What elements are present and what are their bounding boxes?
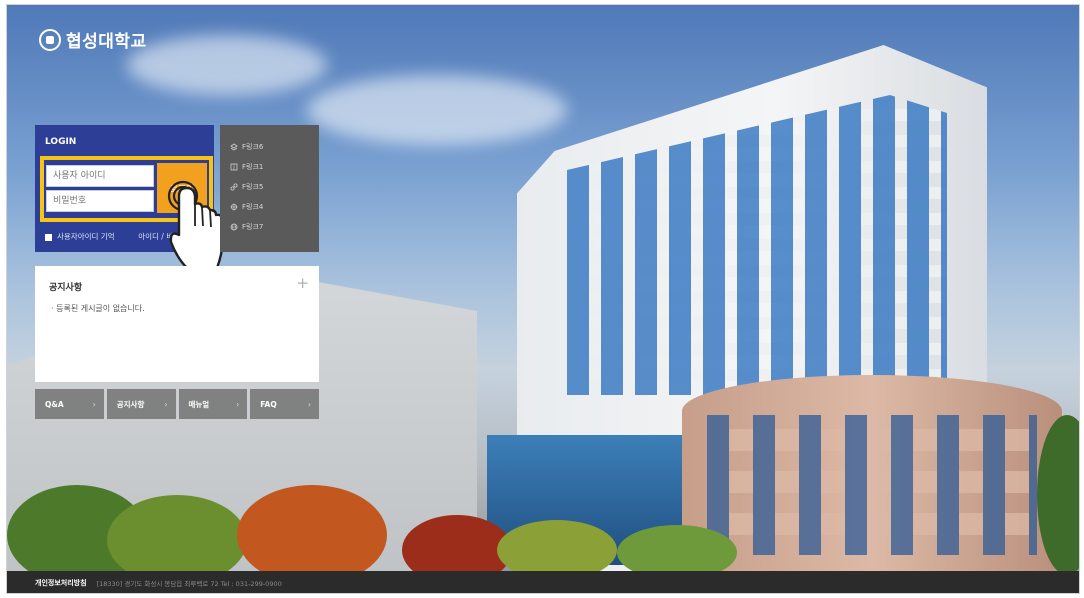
quick-link-5[interactable]: F링크7	[230, 217, 319, 237]
tab-notice[interactable]: 공지사항 ›	[106, 389, 176, 419]
quick-link-4[interactable]: F링크4	[230, 197, 319, 217]
quick-link-label: F링크7	[242, 223, 264, 231]
university-emblem-icon	[39, 28, 61, 51]
tab-label: Q&A	[45, 399, 64, 409]
quick-link-label: F링크1	[242, 163, 264, 171]
quick-link-label: F링크4	[242, 203, 264, 211]
user-id-input[interactable]	[46, 165, 154, 187]
tab-label: 공지사항	[116, 399, 145, 409]
crosshair-icon	[230, 203, 238, 211]
book-icon	[230, 163, 238, 171]
tab-faq[interactable]: FAQ ›	[250, 389, 319, 419]
pointing-hand-icon	[167, 180, 225, 270]
notice-title: 공지사항	[49, 283, 83, 293]
remember-id-label: 사용자아이디 기억	[57, 232, 115, 241]
cloud	[127, 35, 327, 95]
tab-manual[interactable]: 매뉴얼 ›	[178, 389, 248, 419]
quick-link-3[interactable]: F링크5	[230, 177, 319, 197]
quick-link-2[interactable]: F링크1	[230, 157, 319, 177]
quick-link-label: F링크6	[242, 143, 264, 151]
bottom-menu-tabs: Q&A › 공지사항 › 매뉴얼 › FAQ ›	[35, 389, 319, 419]
footer: 개인정보처리방침 [18330] 경기도 화성시 봉담읍 최루백로 72 Tel…	[7, 571, 1079, 593]
tab-label: 매뉴얼	[188, 399, 210, 409]
cloud	[307, 75, 567, 145]
layers-icon	[230, 143, 238, 151]
plus-icon[interactable]: +	[296, 276, 309, 291]
notice-empty-text: 등록된 게시글이 없습니다.	[56, 304, 145, 313]
chevron-right-icon: ›	[308, 399, 311, 409]
privacy-policy-link[interactable]: 개인정보처리방침	[35, 578, 87, 588]
quick-link-1[interactable]: F링크6	[230, 137, 319, 157]
login-title: LOGIN	[45, 137, 77, 147]
notice-empty-item: · 등록된 게시글이 없습니다.	[51, 304, 145, 313]
tab-label: FAQ	[260, 399, 277, 409]
notice-panel: 공지사항 + · 등록된 게시글이 없습니다.	[35, 266, 319, 382]
checkbox-icon	[45, 233, 52, 241]
password-input[interactable]	[46, 190, 154, 212]
tree	[237, 485, 387, 585]
globe-icon	[230, 223, 238, 231]
remember-id-checkbox[interactable]: 사용자아이디 기억	[45, 231, 115, 242]
chevron-right-icon: ›	[164, 399, 168, 409]
site-logo[interactable]: 협성대학교	[39, 27, 147, 52]
tab-qna[interactable]: Q&A ›	[35, 389, 104, 419]
page-frame: 협성대학교 LOGIN 로그인 사용자아이디 기억 아이디 / 비밀번호 찾기 …	[6, 4, 1080, 594]
chevron-right-icon: ›	[236, 399, 240, 409]
logo-text: 협성대학교	[66, 32, 147, 52]
footer-address: [18330] 경기도 화성시 봉담읍 최루백로 72 Tel : 031-29…	[96, 580, 282, 588]
rotunda-windows	[707, 415, 1037, 555]
quick-links-panel: F링크6 F링크1 F링크5 F링크4 F링크7	[220, 125, 319, 252]
quick-link-label: F링크5	[242, 183, 264, 191]
link-icon	[230, 183, 238, 191]
chevron-right-icon: ›	[92, 399, 96, 409]
